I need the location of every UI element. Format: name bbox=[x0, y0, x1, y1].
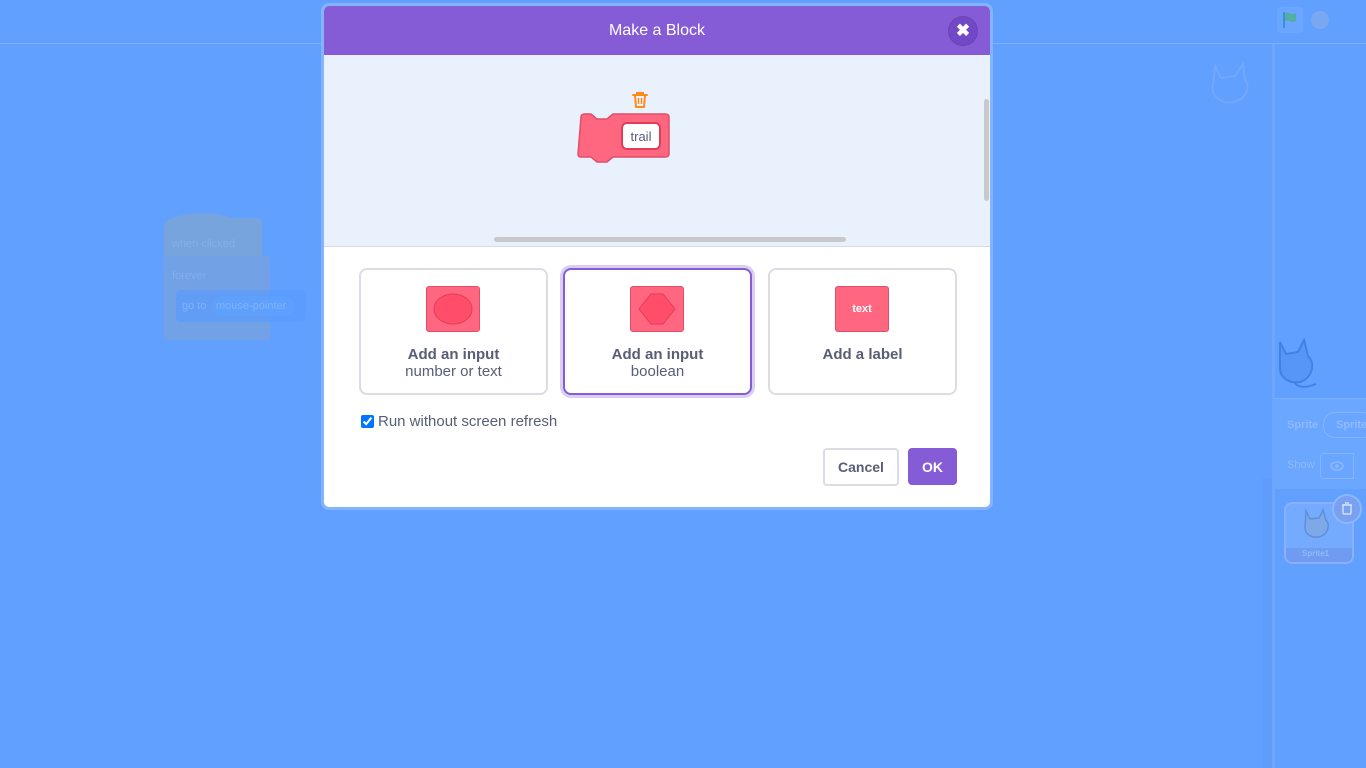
stage-cat-sprite-icon bbox=[1211, 61, 1249, 104]
option-subtitle: number or text bbox=[405, 363, 502, 380]
ok-button[interactable]: OK bbox=[908, 448, 957, 485]
round-input-icon bbox=[433, 293, 473, 325]
preview-vertical-scrollbar[interactable] bbox=[984, 99, 989, 201]
bg-hat-label: when clicked bbox=[172, 238, 235, 250]
sprite-tile-caption: Sprite1 bbox=[1286, 548, 1352, 562]
round-input-shape bbox=[426, 286, 480, 332]
add-input-number-text-button[interactable]: Add an input number or text bbox=[359, 268, 548, 395]
show-visible-button[interactable] bbox=[1320, 453, 1354, 479]
workspace-scrollbar[interactable] bbox=[1262, 478, 1272, 768]
stop-button[interactable] bbox=[1311, 11, 1329, 29]
option-subtitle: boolean bbox=[630, 363, 685, 380]
dialog-header: Make a Block ✖ bbox=[324, 6, 990, 55]
option-title: Add a label bbox=[822, 346, 903, 363]
block-preview-area: trail bbox=[324, 55, 990, 247]
run-without-refresh-label: Run without screen refresh bbox=[378, 412, 558, 430]
make-a-block-dialog: Make a Block ✖ trail Add an input number bbox=[321, 3, 993, 510]
close-button[interactable]: ✖ bbox=[948, 16, 978, 46]
sprite-label: Sprite bbox=[1287, 419, 1319, 431]
eye-icon bbox=[1330, 461, 1344, 471]
show-label: Show bbox=[1287, 459, 1315, 471]
label-shape: text bbox=[835, 286, 889, 332]
cancel-button[interactable]: Cancel bbox=[823, 448, 899, 486]
boolean-input-shape bbox=[630, 286, 684, 332]
trash-icon[interactable] bbox=[632, 91, 648, 109]
sprite-name-input[interactable]: Sprite1 bbox=[1323, 412, 1366, 438]
cat-icon bbox=[1279, 338, 1317, 388]
preview-horizontal-scrollbar[interactable] bbox=[494, 237, 846, 242]
run-without-refresh-row[interactable]: Run without screen refresh bbox=[361, 411, 557, 431]
add-label-button[interactable]: text Add a label bbox=[768, 268, 957, 395]
option-title: Add an input bbox=[407, 346, 500, 363]
trash-icon bbox=[1342, 502, 1352, 515]
close-icon: ✖ bbox=[955, 21, 971, 40]
add-input-boolean-button[interactable]: Add an input boolean bbox=[563, 268, 752, 395]
bg-goto-label: go to bbox=[182, 300, 207, 312]
bg-dropdown-label: mouse-pointer bbox=[216, 300, 287, 312]
bg-forever-label: forever bbox=[172, 270, 207, 282]
run-without-refresh-checkbox[interactable] bbox=[361, 414, 374, 428]
sprite-delete-button[interactable] bbox=[1332, 494, 1362, 524]
option-title: Add an input bbox=[611, 346, 704, 363]
sprite-thumbnail-icon bbox=[1304, 508, 1329, 538]
block-input-field[interactable]: trail bbox=[621, 122, 661, 150]
block-options: Add an input number or text Add an input… bbox=[359, 268, 959, 396]
green-flag-button[interactable] bbox=[1277, 7, 1303, 33]
hexagon-input-icon bbox=[638, 293, 676, 325]
green-flag-icon bbox=[1283, 12, 1296, 28]
dialog-title: Make a Block bbox=[608, 21, 706, 39]
